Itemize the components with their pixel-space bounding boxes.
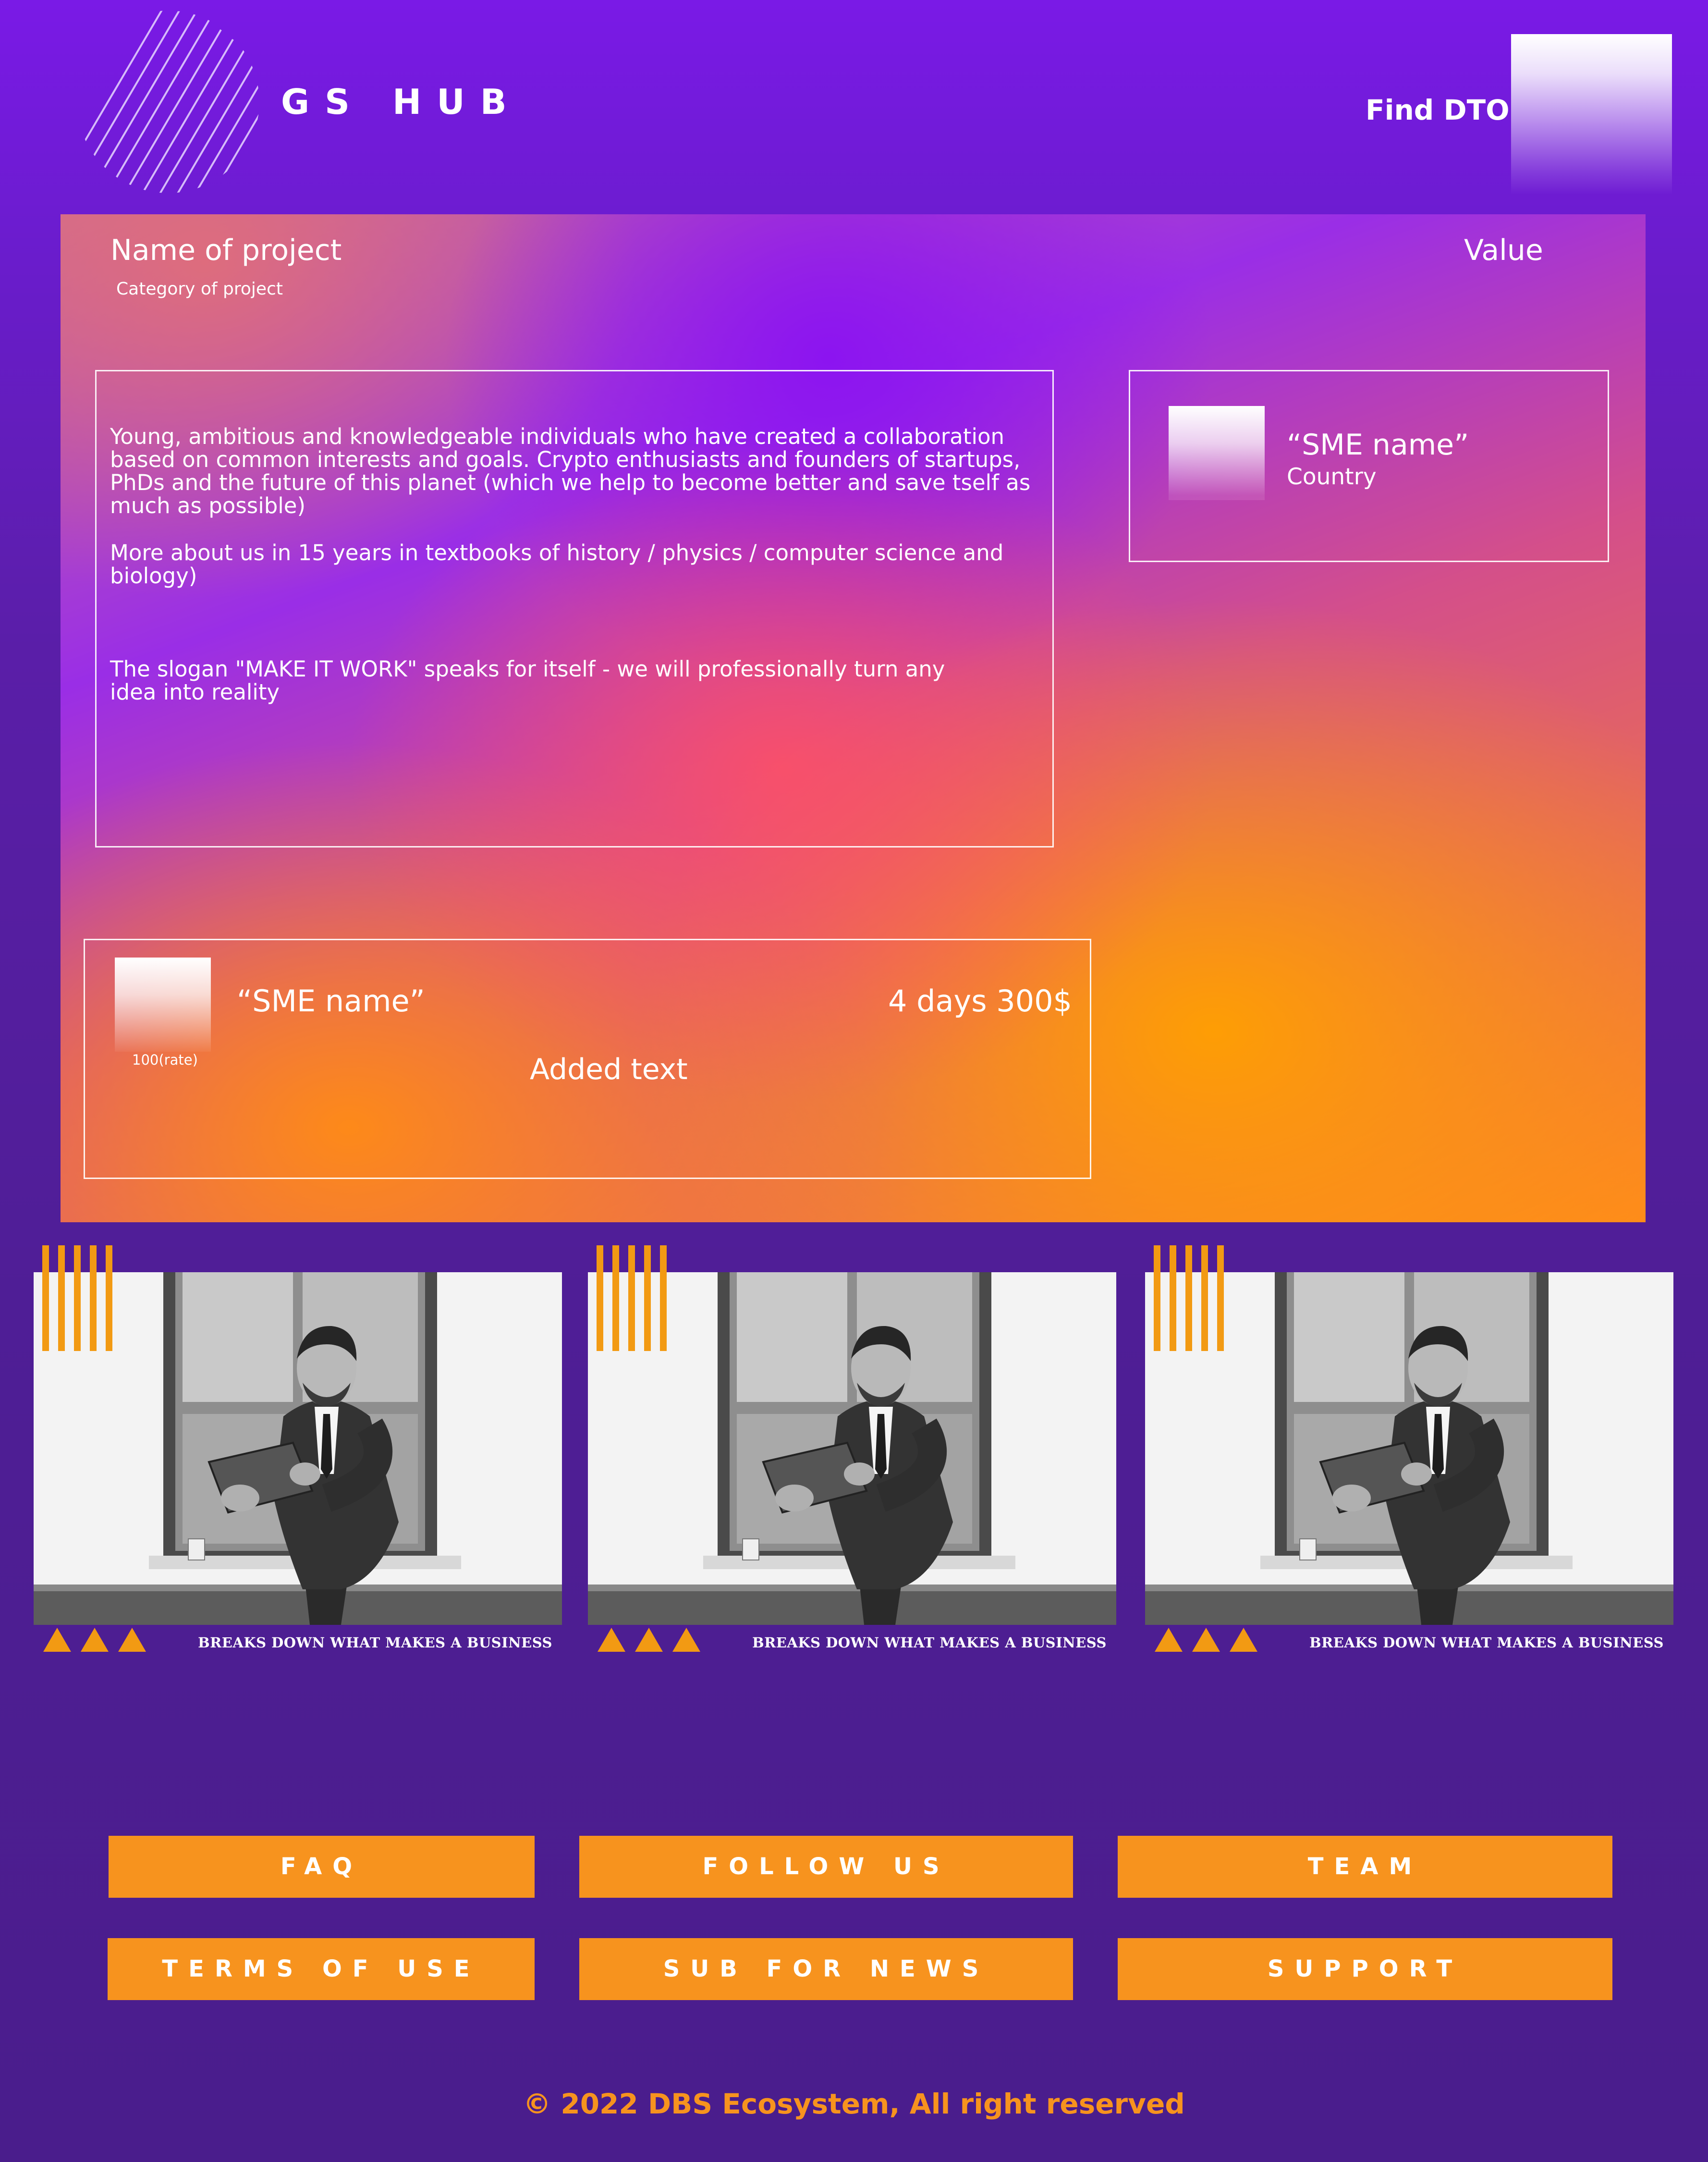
team-button[interactable]: TEAM — [1118, 1836, 1612, 1898]
triangle-icon — [598, 1628, 625, 1652]
triangle-icon — [672, 1628, 700, 1652]
triangle-icon — [1230, 1628, 1257, 1652]
terms-of-use-button[interactable]: TERMS OF USE — [108, 1938, 535, 2000]
logo-stripes-icon — [77, 11, 259, 193]
triangle-icon — [1192, 1628, 1220, 1652]
sme-country: Country — [1287, 464, 1377, 490]
triangle-icon — [118, 1628, 146, 1652]
description-paragraph: The slogan "MAKE IT WORK" speaks for its… — [110, 656, 945, 705]
user-avatar[interactable] — [1511, 34, 1672, 195]
sme-name: “SME name” — [1287, 428, 1469, 462]
offer-price: 4 days 300$ — [888, 983, 1072, 1019]
triangle-icon — [81, 1628, 109, 1652]
offer-sme-name: “SME name” — [237, 983, 425, 1019]
sub-for-news-button[interactable]: SUB FOR NEWS — [579, 1938, 1073, 2000]
project-value: Value — [1464, 233, 1543, 267]
feature-card[interactable]: BREAKS DOWN WHAT MAKES A BUSINESS — [34, 1240, 562, 1652]
triangle-icon — [635, 1628, 663, 1652]
offer-card[interactable]: 100(rate) “SME name” 4 days 300$ Added t… — [84, 939, 1091, 1179]
offer-added-text: Added text — [530, 1053, 688, 1086]
faq-button[interactable]: FAQ — [109, 1836, 535, 1898]
copyright-text: © 2022 DBS Ecosystem, All right reserved — [523, 2088, 1185, 2120]
support-button[interactable]: SUPPORT — [1118, 1938, 1612, 2000]
stripes-decoration-icon — [42, 1245, 114, 1351]
project-panel: Name of project Category of project Valu… — [61, 214, 1646, 1222]
brand-name[interactable]: GS HUB — [281, 82, 522, 122]
offer-rate: 100(rate) — [132, 1052, 198, 1068]
project-description: Young, ambitious and knowledgeable indiv… — [95, 370, 1054, 848]
triangle-icon — [1155, 1628, 1183, 1652]
find-dto-link[interactable]: Find DTO — [1366, 94, 1510, 126]
stripes-decoration-icon — [597, 1245, 669, 1351]
offer-avatar — [115, 958, 211, 1052]
project-title: Name of project — [110, 233, 342, 267]
logo-icon — [77, 11, 259, 193]
card-caption: BREAKS DOWN WHAT MAKES A BUSINESS — [198, 1634, 552, 1651]
triangle-icon — [43, 1628, 71, 1652]
stripes-decoration-icon — [1154, 1245, 1226, 1351]
feature-card[interactable]: BREAKS DOWN WHAT MAKES A BUSINESS — [588, 1240, 1116, 1652]
card-caption: BREAKS DOWN WHAT MAKES A BUSINESS — [1309, 1634, 1664, 1651]
description-paragraph: Young, ambitious and knowledgeable indiv… — [110, 424, 1031, 518]
description-paragraph: More about us in 15 years in textbooks o… — [110, 540, 1004, 589]
sme-avatar — [1169, 406, 1265, 500]
project-category: Category of project — [116, 279, 283, 299]
sme-card[interactable]: “SME name” Country — [1129, 370, 1609, 562]
card-caption: BREAKS DOWN WHAT MAKES A BUSINESS — [752, 1634, 1107, 1651]
feature-card[interactable]: BREAKS DOWN WHAT MAKES A BUSINESS — [1145, 1240, 1673, 1652]
follow-us-button[interactable]: FOLLOW US — [579, 1836, 1073, 1898]
